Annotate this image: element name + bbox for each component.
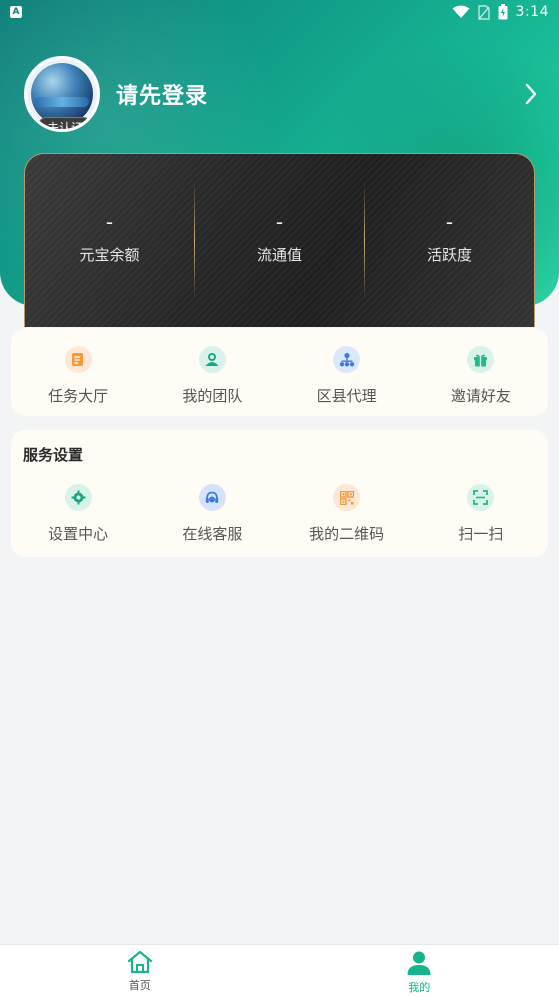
stat-activity[interactable]: - 活跃度 — [365, 154, 534, 327]
stat-circulation[interactable]: - 流通值 — [195, 154, 364, 327]
service-settings-center[interactable]: 设置中心 — [11, 484, 145, 544]
chevron-right-icon[interactable] — [525, 83, 537, 105]
menu-label: 区县代理 — [316, 387, 377, 405]
nav-label: 我的 — [408, 981, 431, 994]
section-title: 服务设置 — [23, 446, 84, 464]
nav-home[interactable]: 首页 — [0, 945, 280, 997]
stat-label: 元宝余额 — [79, 246, 140, 264]
verification-badge: 未认证 — [37, 117, 93, 129]
menu-county-agent[interactable]: 区县代理 — [280, 328, 414, 416]
qrcode-icon — [333, 484, 361, 511]
menu-label: 任务大厅 — [48, 387, 109, 405]
status-bar: A 3:14 — [0, 0, 559, 24]
headset-icon — [198, 484, 226, 511]
login-prompt[interactable]: 请先登录 — [116, 78, 208, 110]
menu-invite-friends[interactable]: 邀请好友 — [414, 328, 548, 416]
stat-balance[interactable]: - 元宝余额 — [25, 154, 194, 327]
menu-label: 邀请好友 — [450, 387, 511, 405]
quick-menu-card: 任务大厅 我的团队 区县代理 邀请好友 — [11, 328, 548, 416]
stat-value: - — [445, 210, 454, 234]
service-my-qrcode[interactable]: 我的二维码 — [280, 484, 414, 544]
service-settings-card: 服务设置 设置中心 在线客服 我的二维码 扫一扫 — [11, 430, 548, 557]
settings-icon — [64, 484, 92, 511]
stat-value: - — [275, 210, 284, 234]
wifi-icon — [452, 5, 470, 18]
no-sim-icon — [477, 4, 490, 20]
service-label: 在线客服 — [182, 525, 243, 543]
service-online-support[interactable]: 在线客服 — [145, 484, 279, 544]
scan-icon — [467, 484, 495, 511]
clock: 3:14 — [515, 4, 549, 20]
service-label: 我的二维码 — [309, 525, 385, 543]
stat-label: 流通值 — [256, 246, 302, 264]
avatar-image — [31, 63, 93, 125]
team-icon — [198, 346, 226, 373]
service-label: 设置中心 — [48, 525, 109, 543]
assets-card: - 元宝余额 - 流通值 - 活跃度 — [24, 153, 535, 327]
bottom-nav: 首页 我的 — [0, 944, 559, 997]
stat-value: - — [105, 210, 114, 234]
avatar-logo-wave — [35, 97, 89, 107]
battery-icon — [498, 4, 508, 20]
nav-mine[interactable]: 我的 — [280, 945, 559, 997]
profile-header[interactable]: 未认证 请先登录 — [24, 56, 208, 132]
menu-label: 我的团队 — [182, 387, 243, 405]
avatar[interactable]: 未认证 — [24, 56, 100, 132]
notification-icon: A — [10, 6, 22, 18]
service-label: 扫一扫 — [458, 525, 504, 543]
service-scan[interactable]: 扫一扫 — [414, 484, 548, 544]
menu-task-hall[interactable]: 任务大厅 — [11, 328, 145, 416]
stat-label: 活跃度 — [426, 246, 472, 264]
home-icon — [127, 950, 152, 974]
user-icon — [407, 951, 431, 975]
task-icon — [64, 346, 92, 373]
gift-icon — [467, 346, 495, 373]
menu-my-team[interactable]: 我的团队 — [145, 328, 279, 416]
nav-label: 首页 — [128, 979, 151, 992]
agent-icon — [333, 346, 361, 373]
